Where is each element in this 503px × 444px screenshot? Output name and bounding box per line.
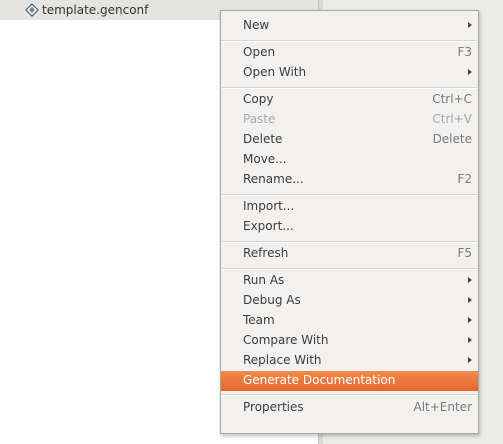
menu-item-import[interactable]: Import...: [221, 197, 478, 217]
submenu-arrow-icon: [468, 337, 472, 343]
menu-item-paste: Paste Ctrl+V: [221, 110, 478, 130]
menu-item-label: Team: [243, 313, 275, 327]
genconf-file-icon: [25, 3, 39, 17]
menu-item-compare-with[interactable]: Compare With: [221, 331, 478, 351]
menu-item-shortcut: Alt+Enter: [413, 400, 472, 414]
menu-item-label: Open: [243, 45, 276, 59]
menu-separator: [222, 268, 477, 270]
menu-item-properties[interactable]: Properties Alt+Enter: [221, 398, 478, 418]
menu-item-debug-as[interactable]: Debug As: [221, 291, 478, 311]
menu-item-run-as[interactable]: Run As: [221, 271, 478, 291]
menu-item-label: Refresh: [243, 246, 289, 260]
menu-item-shortcut: F5: [457, 246, 472, 260]
menu-item-open-with[interactable]: Open With: [221, 63, 478, 83]
menu-item-label: Import...: [243, 199, 295, 213]
menu-item-label: Copy: [243, 92, 274, 106]
submenu-arrow-icon: [468, 69, 472, 75]
menu-item-label: Replace With: [243, 353, 322, 367]
menu-item-label: Compare With: [243, 333, 329, 347]
menu-separator: [222, 394, 477, 396]
menu-item-shortcut: Ctrl+V: [432, 112, 472, 126]
menu-item-new[interactable]: New: [221, 16, 478, 36]
menu-item-label: Generate Documentation: [243, 373, 396, 387]
menu-item-export[interactable]: Export...: [221, 217, 478, 237]
submenu-arrow-icon: [468, 297, 472, 303]
menu-item-label: New: [243, 18, 270, 32]
menu-item-label: Run As: [243, 273, 285, 287]
menu-item-label: Rename...: [243, 172, 304, 186]
menu-item-rename[interactable]: Rename... F2: [221, 170, 478, 190]
menu-separator: [222, 40, 477, 42]
menu-item-team[interactable]: Team: [221, 311, 478, 331]
menu-item-label: Open With: [243, 65, 307, 79]
menu-separator: [222, 241, 477, 243]
submenu-arrow-icon: [468, 277, 472, 283]
menu-item-move[interactable]: Move...: [221, 150, 478, 170]
menu-item-label: Properties: [243, 400, 304, 414]
context-menu: New Open F3 Open With Copy Ctrl+C Paste …: [220, 10, 479, 434]
menu-item-open[interactable]: Open F3: [221, 43, 478, 63]
menu-item-shortcut: Delete: [432, 132, 472, 146]
menu-item-label: Delete: [243, 132, 283, 146]
menu-item-copy[interactable]: Copy Ctrl+C: [221, 90, 478, 110]
menu-item-shortcut: F3: [457, 45, 472, 59]
menu-separator: [222, 87, 477, 89]
menu-item-label: Debug As: [243, 293, 301, 307]
menu-item-generate-documentation[interactable]: Generate Documentation: [221, 371, 478, 391]
menu-item-label: Export...: [243, 219, 294, 233]
menu-separator: [222, 194, 477, 196]
menu-item-shortcut: F2: [457, 172, 472, 186]
menu-item-shortcut: Ctrl+C: [432, 92, 472, 106]
menu-item-delete[interactable]: Delete Delete: [221, 130, 478, 150]
menu-item-replace-with[interactable]: Replace With: [221, 351, 478, 371]
menu-item-refresh[interactable]: Refresh F5: [221, 244, 478, 264]
menu-item-label: Move...: [243, 152, 287, 166]
menu-item-label: Paste: [243, 112, 276, 126]
submenu-arrow-icon: [468, 317, 472, 323]
submenu-arrow-icon: [468, 357, 472, 363]
submenu-arrow-icon: [468, 22, 472, 28]
tree-item-label: template.genconf: [42, 3, 149, 17]
